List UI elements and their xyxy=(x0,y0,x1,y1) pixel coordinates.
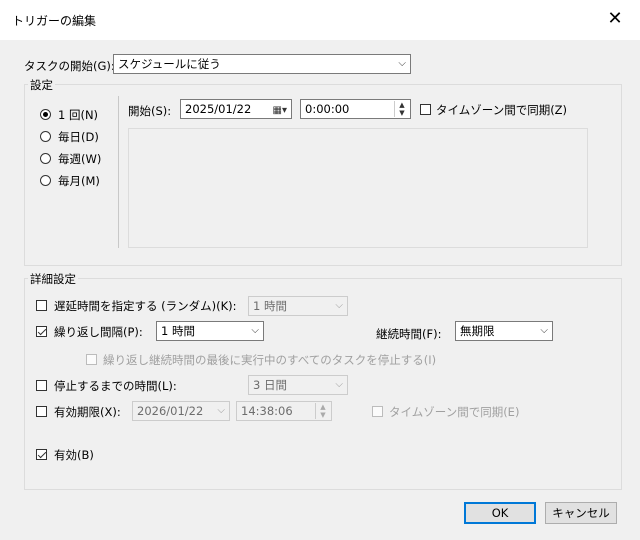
cancel-button[interactable]: キャンセル xyxy=(545,502,617,524)
duration-select[interactable]: 無期限 ⌵ xyxy=(455,321,553,341)
enabled-checkbox[interactable] xyxy=(36,449,47,460)
expire-checkbox[interactable] xyxy=(36,406,47,417)
delay-label[interactable]: 遅延時間を指定する (ランダム)(K): xyxy=(54,298,237,314)
stop-after-value: 3 日間 xyxy=(253,378,287,392)
chevron-down-icon: ⌵ xyxy=(540,325,548,336)
chevron-down-icon: ⌵ xyxy=(335,300,343,311)
expire-date-value: 2026/01/22 xyxy=(137,404,204,418)
expire-sync-label[interactable]: タイムゾーン間で同期(E) xyxy=(389,404,519,420)
start-time-field[interactable]: 0:00:00 ▲ ▼ xyxy=(300,99,411,119)
stop-after-checkbox[interactable] xyxy=(36,380,47,391)
duration-value: 無期限 xyxy=(460,324,495,338)
start-time-value: 0:00:00 xyxy=(305,102,350,116)
chevron-down-icon: ⌵ xyxy=(398,58,406,69)
delay-select[interactable]: 1 時間 ⌵ xyxy=(248,296,348,316)
spin-updown-icon[interactable]: ▲ ▼ xyxy=(315,403,330,419)
stop-after-select[interactable]: 3 日間 ⌵ xyxy=(248,375,348,395)
spin-updown-icon[interactable]: ▲ ▼ xyxy=(394,101,409,117)
stop-at-end-checkbox[interactable] xyxy=(86,354,97,365)
repeat-label[interactable]: 繰り返し間隔(P): xyxy=(54,324,143,340)
close-icon[interactable]: ✕ xyxy=(604,8,626,30)
duration-label: 継続時間(F): xyxy=(376,327,442,341)
radio-monthly-label[interactable]: 毎月(M) xyxy=(58,173,100,189)
calendar-dropdown-icon[interactable]: ▦▾ xyxy=(273,102,287,118)
radio-daily-label[interactable]: 毎日(D) xyxy=(58,129,99,145)
repeat-interval-value: 1 時間 xyxy=(161,324,195,338)
expire-label[interactable]: 有効期限(X): xyxy=(54,404,121,420)
sync-timezone-checkbox[interactable] xyxy=(420,104,431,115)
task-start-select[interactable]: スケジュールに従う ⌵ xyxy=(113,54,411,74)
advanced-legend: 詳細設定 xyxy=(28,271,78,287)
radio-once[interactable] xyxy=(40,109,51,120)
expire-time-field[interactable]: 14:38:06 ▲ ▼ xyxy=(236,401,332,421)
settings-divider xyxy=(118,96,119,248)
repeat-checkbox[interactable] xyxy=(36,326,47,337)
expire-sync-checkbox[interactable] xyxy=(372,406,383,417)
start-date-value: 2025/01/22 xyxy=(185,102,252,116)
settings-legend: 設定 xyxy=(28,77,55,93)
radio-daily[interactable] xyxy=(40,131,51,142)
repeat-interval-select[interactable]: 1 時間 ⌵ xyxy=(156,321,264,341)
radio-monthly[interactable] xyxy=(40,175,51,186)
start-label: 開始(S): xyxy=(128,104,172,118)
delay-checkbox[interactable] xyxy=(36,300,47,311)
sync-timezone-label[interactable]: タイムゾーン間で同期(Z) xyxy=(436,102,567,118)
window-title: トリガーの編集 xyxy=(12,14,97,28)
radio-weekly-label[interactable]: 毎週(W) xyxy=(58,151,101,167)
task-start-value: スケジュールに従う xyxy=(118,57,221,71)
stop-after-label[interactable]: 停止するまでの時間(L): xyxy=(54,378,177,394)
expire-time-value: 14:38:06 xyxy=(241,404,293,418)
radio-once-label[interactable]: 1 回(N) xyxy=(58,107,98,123)
radio-weekly[interactable] xyxy=(40,153,51,164)
chevron-down-icon: ⌵ xyxy=(335,379,343,390)
delay-value: 1 時間 xyxy=(253,299,287,313)
start-date-picker[interactable]: 2025/01/22 ▦▾ xyxy=(180,99,292,119)
chevron-down-icon: ⌵ xyxy=(251,325,259,336)
enabled-label[interactable]: 有効(B) xyxy=(54,447,94,463)
task-start-label: タスクの開始(G): xyxy=(24,59,115,73)
schedule-detail-panel xyxy=(128,128,588,248)
expire-date-picker[interactable]: 2026/01/22 ⌵ xyxy=(132,401,230,421)
ok-button[interactable]: OK xyxy=(464,502,536,524)
chevron-down-icon: ⌵ xyxy=(217,405,225,416)
stop-at-end-label[interactable]: 繰り返し継続時間の最後に実行中のすべてのタスクを停止する(I) xyxy=(103,352,436,368)
